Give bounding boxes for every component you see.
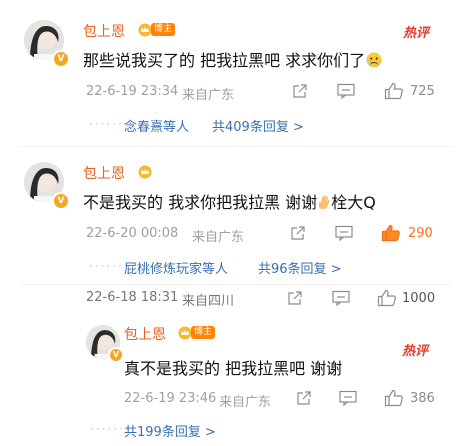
reply-users[interactable]: 屁桃修炼玩家等人 [124, 258, 228, 277]
comment-text-body: 不是我买的 我求你把我拉黑 谢谢 [83, 193, 318, 212]
v-badge-icon: V [52, 192, 70, 210]
hot-comment-label: 热评 [402, 344, 429, 359]
hand-icon [319, 195, 330, 209]
share-icon[interactable] [296, 390, 312, 406]
blogger-badge: 博主 [191, 326, 216, 339]
like-count: 725 [410, 84, 435, 99]
comment-icon[interactable] [339, 390, 357, 406]
comment-location: 来自广东 [192, 230, 245, 245]
comment-text: 真不是我买的 把我拉黑吧 谢谢 [124, 359, 343, 378]
like-count: 1000 [402, 291, 436, 306]
comment-location: 来自四川 [182, 294, 235, 309]
comment-icon[interactable] [337, 83, 355, 99]
comment-text: 不是我买的 我求你把我拉黑 谢谢 栓大Q [83, 189, 376, 213]
comment-icon[interactable] [332, 290, 350, 306]
reply-count-link[interactable]: 共96条回复 > [258, 258, 342, 277]
reply-count-link[interactable]: 共199条回复 > [124, 421, 216, 440]
comment-date: 22-6-20 00:08 [86, 226, 179, 241]
comment-text-body: 那些说我买了的 把我拉黑吧 求求你们了 [83, 51, 366, 70]
comment-icon[interactable] [335, 225, 353, 241]
share-icon[interactable] [292, 83, 308, 99]
author-name[interactable]: 包上恩 [83, 163, 125, 183]
like-icon[interactable] [381, 224, 401, 242]
divider [20, 284, 452, 285]
like-icon[interactable] [384, 389, 404, 407]
share-icon[interactable] [290, 225, 306, 241]
author-name[interactable]: 包上恩 [124, 324, 166, 344]
comment-text: 那些说我买了的 把我拉黑吧 求求你们了 [83, 47, 382, 71]
like-icon[interactable] [384, 82, 404, 100]
v-badge-icon: V [108, 347, 124, 363]
like-count: 290 [408, 226, 433, 241]
crown-icon [138, 23, 152, 37]
reply-count-link[interactable]: 共409条回复 > [212, 116, 304, 135]
blogger-badge: 博主 [151, 23, 176, 36]
comment-date: 22-6-19 23:34 [86, 84, 179, 99]
divider [20, 146, 452, 147]
share-icon[interactable] [287, 290, 303, 306]
author-name[interactable]: 包上恩 [83, 21, 125, 41]
reply-users[interactable]: 念春熹等人 [124, 116, 189, 135]
crown-icon [178, 326, 192, 340]
comment-location: 来自广东 [182, 88, 235, 103]
like-count: 386 [410, 391, 435, 406]
v-badge-icon: V [52, 50, 70, 68]
comment-location: 来自广东 [219, 395, 272, 410]
like-icon[interactable] [377, 289, 397, 307]
comment-date: 22-6-19 23:46 [124, 391, 217, 406]
comment-text-suffix: 栓大Q [331, 193, 376, 212]
hot-comment-label: 热评 [403, 26, 430, 41]
comment-date: 22-6-18 18:31 [86, 290, 179, 305]
crown-icon [138, 165, 152, 179]
crying-face-icon [366, 52, 382, 68]
